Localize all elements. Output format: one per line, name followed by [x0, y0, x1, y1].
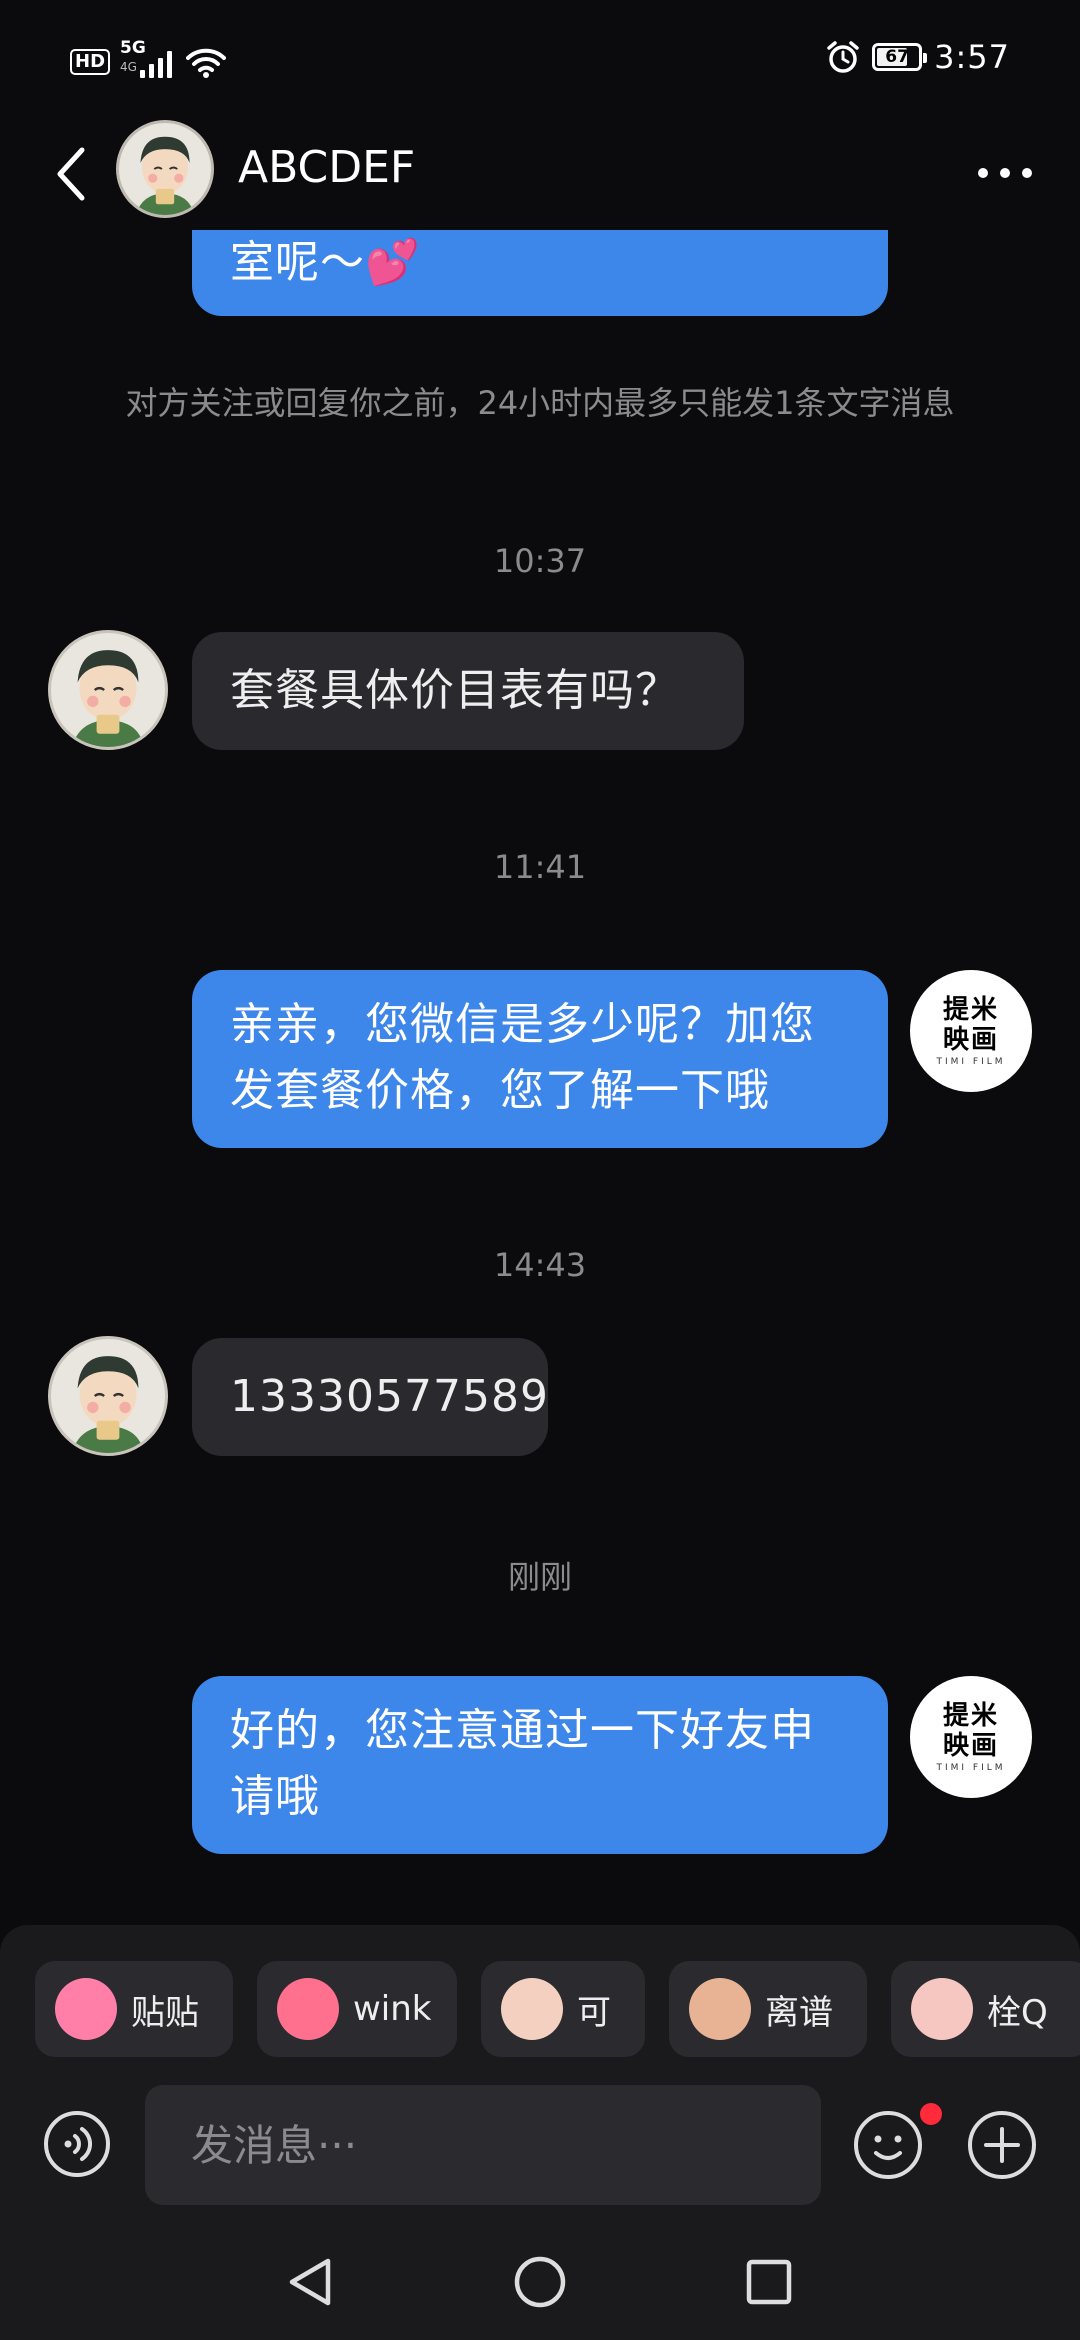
logo-text: 提米: [942, 1701, 999, 1731]
composer-panel: 贴贴 wink 可 离谱 栓Q: [0, 1925, 1080, 2340]
message-input[interactable]: [145, 2085, 821, 2205]
battery-icon: 67: [872, 43, 928, 71]
nav-home-icon[interactable]: [513, 2255, 567, 2309]
system-notice: 对方关注或回复你之前，24小时内最多只能发1条文字消息: [125, 384, 955, 422]
message-text: 13330577589: [230, 1371, 549, 1422]
quick-sticker-bar[interactable]: 贴贴 wink 可 离谱 栓Q: [35, 1961, 1080, 2059]
alarm-icon: [827, 41, 859, 73]
message-bubble-incoming[interactable]: 套餐具体价目表有吗？: [192, 632, 744, 750]
contact-avatar[interactable]: [48, 630, 168, 750]
timestamp: 14:43: [493, 1246, 587, 1284]
logo-text: 映画: [942, 1025, 999, 1055]
system-navigation-bar: [0, 2225, 1080, 2340]
sticker-chip[interactable]: wink: [257, 1961, 457, 2057]
sticker-chip[interactable]: 贴贴: [35, 1961, 233, 2057]
status-right: 67 3:57: [826, 38, 1010, 76]
battery-level: 67: [885, 46, 909, 67]
logo-text: 提米: [942, 995, 999, 1025]
wifi-icon: [186, 48, 227, 78]
sticker-chip[interactable]: 离谱: [669, 1961, 867, 2057]
logo-text: TIMI FILM: [936, 1763, 1006, 1773]
cellular-signal-icon: 5G 4G: [120, 38, 176, 82]
clock: 3:57: [934, 38, 1010, 76]
timestamp: 刚刚: [507, 1558, 572, 1596]
network-sub-type: 4G: [120, 60, 137, 74]
nav-recents-icon[interactable]: [744, 2257, 794, 2307]
sticker-label: 可: [577, 1992, 611, 2033]
contact-avatar[interactable]: [116, 120, 214, 218]
my-avatar[interactable]: 提米 映画 TIMI FILM: [910, 1676, 1032, 1798]
timestamp: 11:41: [493, 848, 587, 886]
nav-back-icon[interactable]: [284, 2255, 336, 2309]
message-text: 室呢～💕: [230, 237, 421, 288]
sticker-thumbnail-icon: [911, 1978, 973, 2040]
message-bubble-outgoing[interactable]: 亲亲，您微信是多少呢？加您发套餐价格，您了解一下哦: [192, 970, 888, 1148]
sticker-thumbnail-icon: [689, 1978, 751, 2040]
emoji-icon[interactable]: [852, 2109, 924, 2181]
chat-header: ABCDEF: [0, 120, 1080, 230]
sticker-thumbnail-icon: [55, 1978, 117, 2040]
back-arrow-icon[interactable]: [48, 142, 98, 206]
message-bubble-outgoing[interactable]: 好的，您注意通过一下好友申请哦: [192, 1676, 888, 1854]
message-text: 亲亲，您微信是多少呢？加您发套餐价格，您了解一下哦: [230, 999, 815, 1116]
contact-name: ABCDEF: [238, 142, 416, 193]
sticker-label: 贴贴: [131, 1992, 199, 2033]
sticker-thumbnail-icon: [501, 1978, 563, 2040]
notification-dot: [920, 2103, 942, 2125]
sticker-label: wink: [353, 1989, 432, 2029]
plus-icon[interactable]: [966, 2109, 1038, 2181]
message-bubble-outgoing[interactable]: 室呢～💕: [192, 230, 888, 316]
sticker-chip[interactable]: 可: [481, 1961, 645, 2057]
sticker-chip[interactable]: 栓Q: [891, 1961, 1080, 2057]
logo-text: TIMI FILM: [936, 1057, 1006, 1067]
logo-text: 映画: [942, 1731, 999, 1761]
status-bar: HD 5G 4G 67 3:57: [0, 0, 1080, 120]
sticker-label: 栓Q: [987, 1992, 1048, 2033]
contact-avatar[interactable]: [48, 1336, 168, 1456]
message-text: 好的，您注意通过一下好友申请哦: [230, 1705, 815, 1822]
message-text: 套餐具体价目表有吗？: [230, 665, 680, 716]
message-list[interactable]: 室呢～💕 对方关注或回复你之前，24小时内最多只能发1条文字消息 10:37 套…: [0, 230, 1080, 1930]
timestamp: 10:37: [493, 542, 587, 580]
message-bubble-incoming[interactable]: 13330577589: [192, 1338, 548, 1456]
more-options-icon[interactable]: [962, 158, 1032, 188]
status-left: HD 5G 4G: [70, 38, 227, 82]
my-avatar[interactable]: 提米 映画 TIMI FILM: [910, 970, 1032, 1092]
input-bar: [0, 2085, 1080, 2205]
sticker-label: 离谱: [765, 1992, 833, 2033]
voice-input-icon[interactable]: [42, 2109, 112, 2179]
hd-badge: HD: [70, 49, 111, 75]
sticker-thumbnail-icon: [277, 1978, 339, 2040]
